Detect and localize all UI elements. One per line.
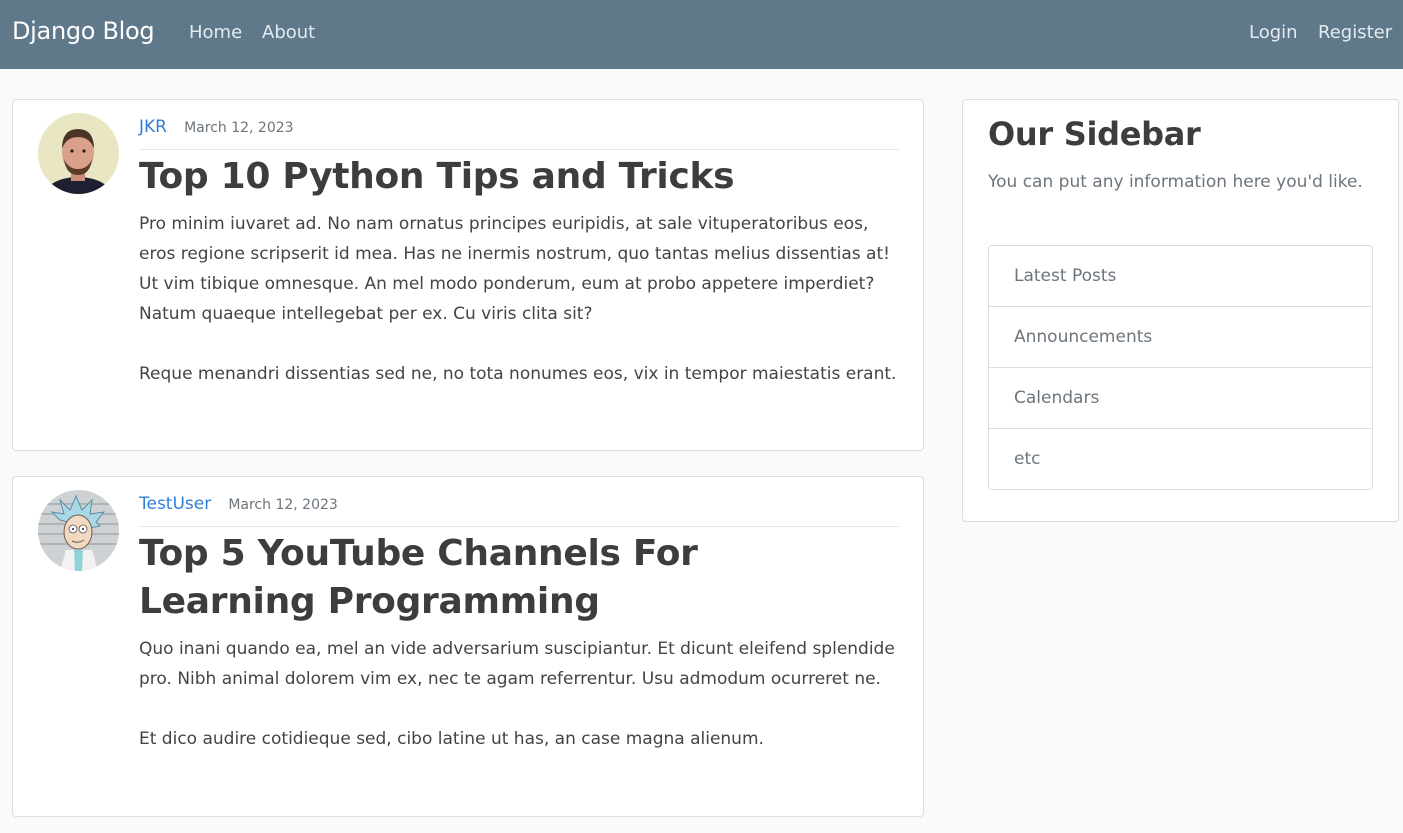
post-date: March 12, 2023 [184, 120, 294, 136]
sidebar-item-announcements[interactable]: Announcements [989, 307, 1372, 368]
post-content: Quo inani quando ea, mel an vide adversa… [139, 634, 899, 754]
post-title-link[interactable]: Top 5 YouTube Channels For Learning Prog… [139, 530, 863, 626]
sidebar-list: Latest Posts Announcements Calendars etc [988, 245, 1373, 490]
nav-home-link[interactable]: Home [189, 22, 242, 43]
sidebar: Our Sidebar You can put any information … [962, 99, 1399, 522]
nav-login-link[interactable]: Login [1249, 22, 1298, 43]
sidebar-item-etc[interactable]: etc [989, 429, 1372, 489]
post-paragraph: Quo inani quando ea, mel an vide adversa… [139, 639, 895, 689]
post-title-link[interactable]: Top 10 Python Tips and Tricks [139, 153, 863, 201]
user-photo-avatar-icon[interactable] [38, 113, 119, 194]
post-meta: TestUser March 12, 2023 [139, 494, 899, 527]
sidebar-title: Our Sidebar [988, 115, 1201, 153]
post-paragraph: Et dico audire cotidieque sed, cibo lati… [139, 729, 764, 749]
navbar: Django Blog Home About Login Register [0, 0, 1403, 69]
sidebar-description: You can put any information here you'd l… [988, 172, 1363, 192]
post-date: March 12, 2023 [228, 497, 338, 513]
post-card: TestUser March 12, 2023 Top 5 YouTube Ch… [12, 476, 924, 817]
nav-about-link[interactable]: About [262, 22, 315, 43]
sidebar-item-calendars[interactable]: Calendars [989, 368, 1372, 429]
post-author-link[interactable]: JKR [139, 117, 167, 137]
cartoon-avatar-icon[interactable] [38, 490, 119, 571]
brand-link[interactable]: Django Blog [12, 17, 155, 45]
post-paragraph: Pro minim iuvaret ad. No nam ornatus pri… [139, 214, 890, 324]
nav-register-link[interactable]: Register [1318, 22, 1392, 43]
post-author-link[interactable]: TestUser [139, 494, 211, 514]
post-card: JKR March 12, 2023 Top 10 Python Tips an… [12, 99, 924, 451]
sidebar-item-latest-posts[interactable]: Latest Posts [989, 246, 1372, 307]
post-paragraph: Reque menandri dissentias sed ne, no tot… [139, 364, 897, 384]
post-content: Pro minim iuvaret ad. No nam ornatus pri… [139, 209, 899, 389]
post-meta: JKR March 12, 2023 [139, 117, 899, 150]
